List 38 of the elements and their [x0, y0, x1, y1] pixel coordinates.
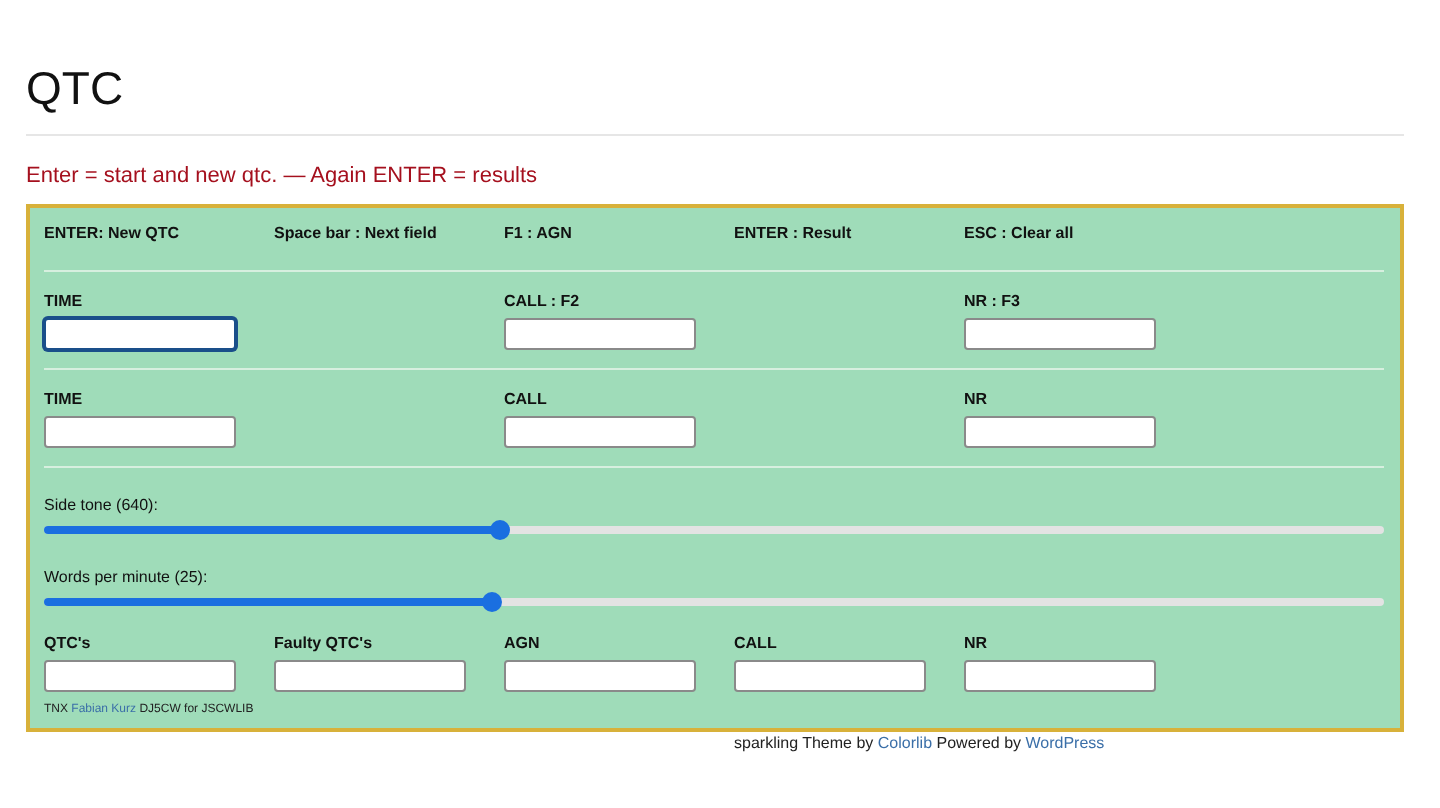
field-label: NR — [964, 390, 990, 410]
slider-track[interactable] — [44, 526, 1384, 534]
field-label: TIME — [44, 390, 85, 410]
slider-thumb[interactable] — [482, 592, 503, 612]
footer-text: sparkling Theme by Colorlib Powered by WordPress — [732, 734, 1107, 754]
input-field[interactable] — [44, 318, 236, 350]
field-label: Faulty QTC's — [274, 634, 375, 654]
field-label: NR : F3 — [964, 292, 1022, 312]
field-label: QTC's — [44, 634, 93, 654]
slider-track[interactable] — [44, 598, 1384, 606]
shortcut-label: F1 : AGN — [504, 224, 574, 244]
input-field[interactable] — [504, 318, 696, 350]
slider-label: Words per minute (25): — [44, 568, 208, 586]
shortcut-label: ENTER: New QTC — [44, 224, 182, 244]
slider-label: Side tone (640): — [44, 496, 158, 514]
field-label: AGN — [504, 634, 542, 654]
wordpress-link[interactable]: WordPress — [1025, 734, 1105, 752]
field-label: NR — [964, 634, 990, 654]
input-field[interactable] — [44, 416, 236, 448]
input-field[interactable] — [734, 660, 926, 692]
instructions-text: Enter = start and new qtc. — Again ENTER = results — [26, 162, 540, 190]
input-field[interactable] — [504, 660, 696, 692]
input-field[interactable] — [274, 660, 466, 692]
slider-thumb[interactable] — [489, 520, 510, 540]
shortcut-label: ESC : Clear all — [964, 224, 1076, 244]
shortcut-label: ENTER : Result — [734, 224, 854, 244]
field-label: CALL : F2 — [504, 292, 582, 312]
shortcut-label: Space bar : Next field — [274, 224, 439, 244]
field-label: CALL — [504, 390, 549, 410]
page-title: QTC — [26, 0, 1404, 136]
input-field[interactable] — [504, 416, 696, 448]
input-field[interactable] — [44, 660, 236, 692]
field-label: TIME — [44, 292, 85, 312]
input-field[interactable] — [964, 416, 1156, 448]
colorlib-link[interactable]: Colorlib — [877, 734, 933, 752]
input-field[interactable] — [964, 318, 1156, 350]
field-label: CALL — [734, 634, 779, 654]
input-field[interactable] — [964, 660, 1156, 692]
